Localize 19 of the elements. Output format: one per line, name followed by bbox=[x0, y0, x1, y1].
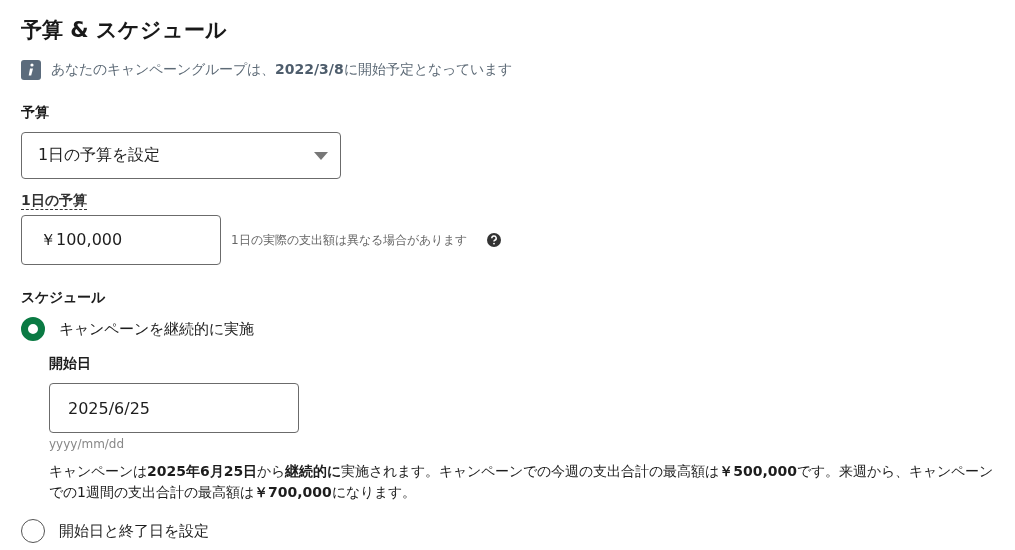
daily-budget-label: 1日の予算 bbox=[21, 191, 87, 210]
daily-budget-field[interactable]: ￥100,000 bbox=[21, 215, 221, 265]
date-format-hint: yyyy/mm/dd bbox=[49, 437, 126, 451]
radio-button[interactable] bbox=[21, 519, 45, 543]
budget-hint: 1日の実際の支出額は異なる場合があります bbox=[231, 231, 467, 249]
radio-label: キャンペーンを継続的に実施 bbox=[59, 319, 254, 339]
start-date-label: 開始日 bbox=[49, 354, 92, 373]
budget-type-dropdown[interactable]: 1日の予算を設定 bbox=[21, 132, 341, 179]
info-icon bbox=[21, 60, 41, 80]
caret-icon bbox=[314, 151, 328, 160]
schedule-summary: キャンペーンは2025年6月25日から継続的に実施されます。キャンペーンでの今週の支出合計の最高額は￥500,000です。来週から、キャンペーンでの1週間の支出合計の最高額は￥700,000になります。 bbox=[49, 462, 994, 502]
schedule-label: スケジュール bbox=[21, 288, 106, 307]
section-title: 予算 & スケジュール bbox=[21, 17, 228, 44]
radio-label: 開始日と終了日を設定 bbox=[59, 521, 209, 541]
start-date-field[interactable]: 2025/6/25 bbox=[49, 383, 299, 433]
help-icon[interactable] bbox=[486, 233, 501, 247]
radio-button[interactable] bbox=[21, 317, 45, 341]
budget-label: 予算 bbox=[21, 103, 50, 122]
notice-text: あなたのキャンペーングループは、2022/3/8に開始予定となっています bbox=[51, 61, 512, 79]
